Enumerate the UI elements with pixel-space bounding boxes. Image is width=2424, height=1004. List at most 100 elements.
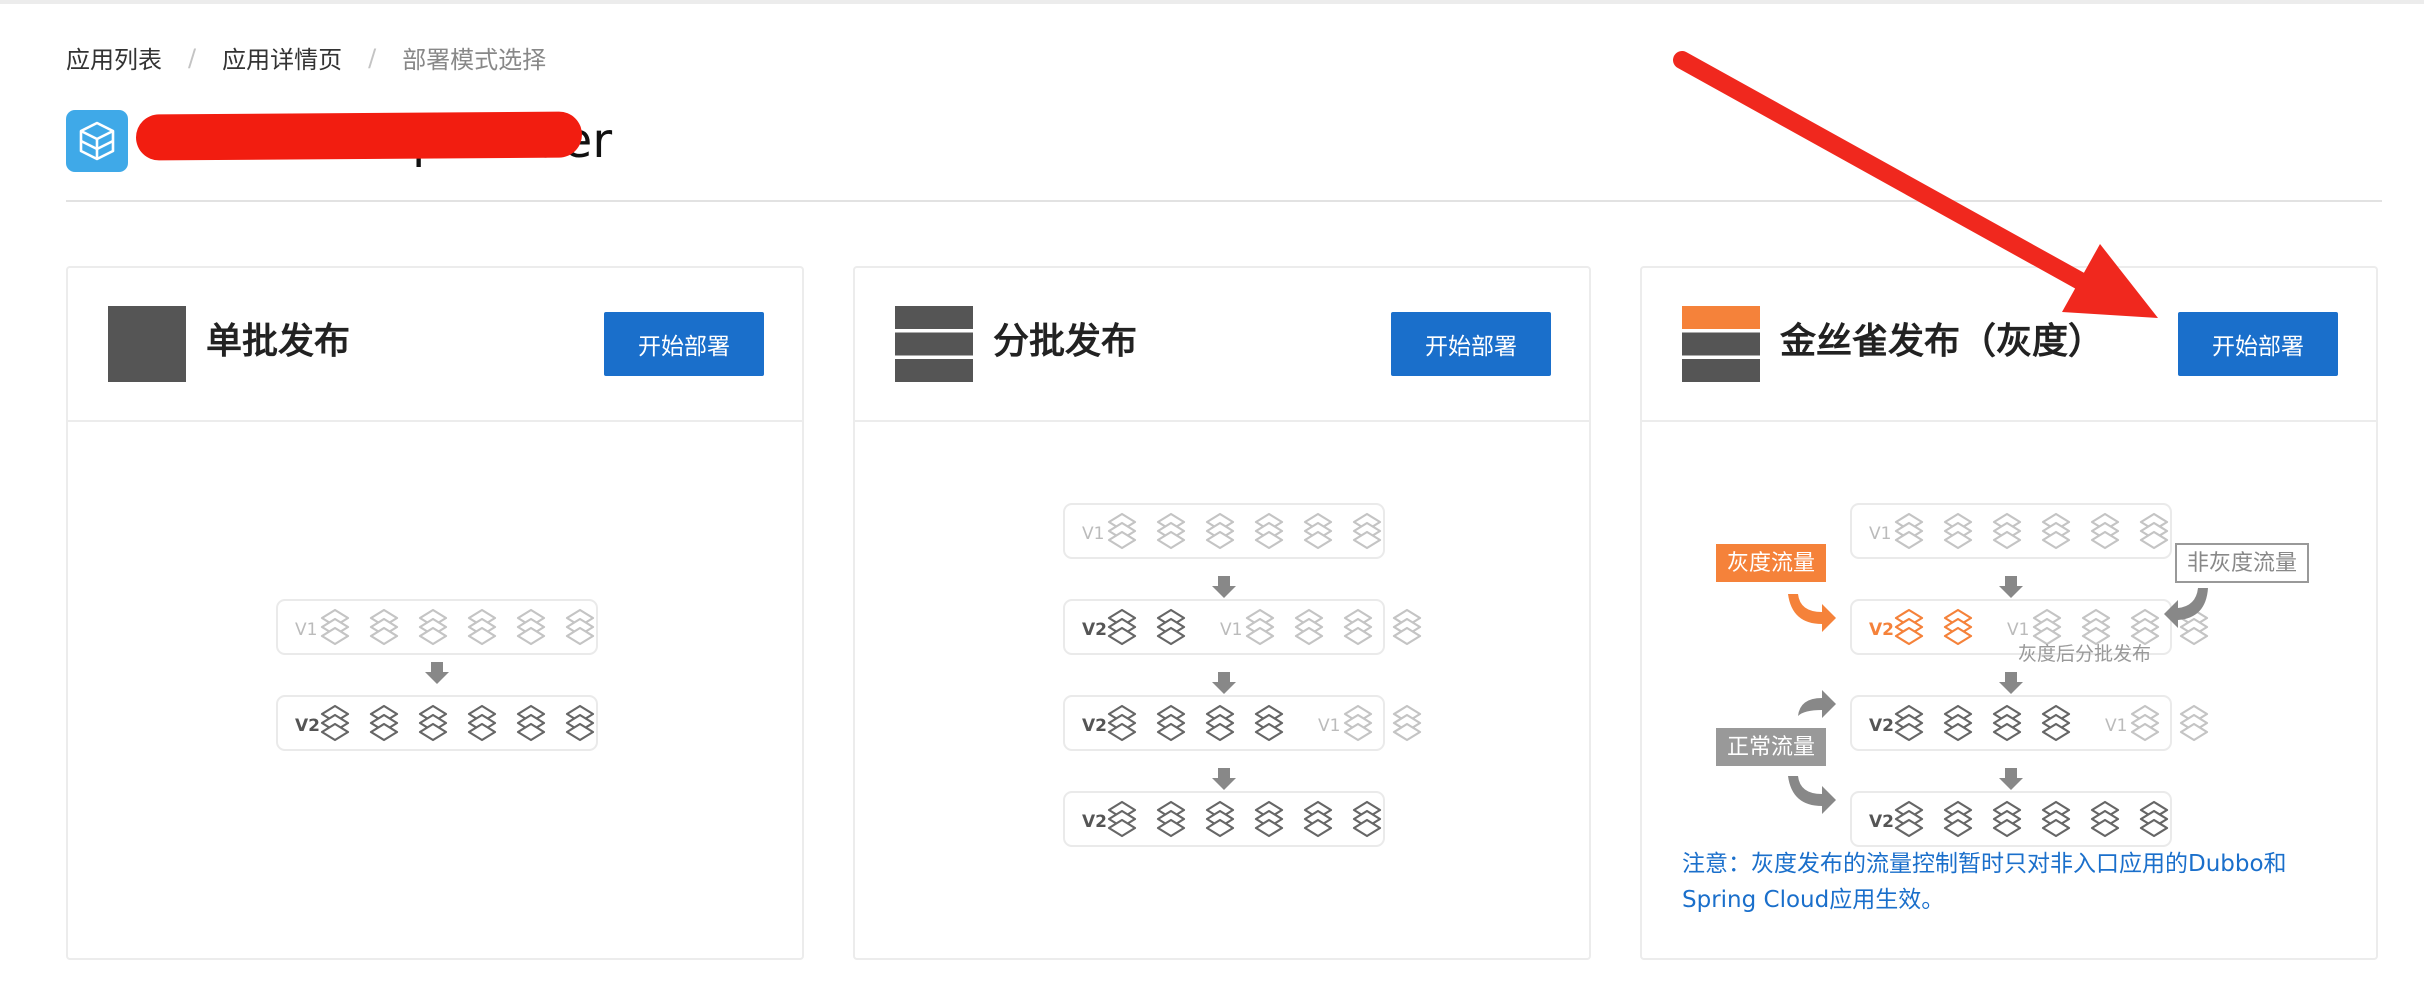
layers-icon: [516, 608, 546, 646]
layers-icon: [2139, 800, 2169, 838]
version-row: V2 V1: [1063, 695, 1422, 751]
version-row: V2 V1: [1063, 599, 1422, 655]
layers-icon: [1894, 800, 1924, 838]
layers-icon: [2041, 704, 2071, 742]
down-arrow-icon: [1212, 768, 1236, 790]
layers-icon: [2130, 704, 2160, 742]
version-label: V2: [295, 716, 320, 736]
down-arrow-icon: [1212, 672, 1236, 694]
layers-icon: [1156, 800, 1186, 838]
layers-icon: [1992, 800, 2022, 838]
layers-icon: [1943, 800, 1973, 838]
layers-icon: [467, 704, 497, 742]
layers-icon: [1392, 704, 1422, 742]
version-label: V2: [1082, 812, 1107, 832]
version-label: V2: [1082, 620, 1107, 640]
layers-icon: [1254, 704, 1284, 742]
version-label: V2: [1869, 812, 1894, 832]
version-row: V2: [1063, 791, 1385, 847]
version-label: V1: [1082, 524, 1104, 544]
layers-icon: [1894, 608, 1924, 646]
version-label: V1: [1220, 620, 1242, 640]
layers-icon: [1107, 608, 1137, 646]
layers-icon: [2081, 608, 2111, 646]
down-arrow-icon: [1999, 576, 2023, 598]
layers-icon: [1303, 512, 1333, 550]
layers-icon: [418, 704, 448, 742]
version-row: V2 V1: [1850, 695, 2209, 751]
layers-icon: [516, 704, 546, 742]
header-divider: [66, 200, 2382, 202]
layers-icon: [1205, 512, 1235, 550]
layers-icon: [1343, 704, 1373, 742]
layers-icon: [565, 608, 595, 646]
app-header: dubbo-k8s-provider: [66, 110, 612, 172]
app-name: dubbo-k8s-provider: [135, 111, 612, 171]
layers-icon: [1294, 608, 1324, 646]
layers-icon: [1352, 800, 1382, 838]
layers-icon: [1156, 608, 1186, 646]
layers-icon: [418, 608, 448, 646]
layers-icon: [2090, 800, 2120, 838]
multi-batch-card: 分批发布 开始部署 V1 V2 V1 V2 V1 V2: [853, 266, 1591, 960]
breadcrumb-app-detail[interactable]: 应用详情页: [222, 40, 342, 75]
layers-icon: [369, 704, 399, 742]
single-batch-diagram: V1 V2: [276, 599, 598, 751]
breadcrumb-app-list[interactable]: 应用列表: [66, 40, 162, 75]
curved-arrow-icon: [1788, 594, 1836, 632]
canary-card: 金丝雀发布（灰度） 开始部署 V1 V2 V1 V2 V1 V2 灰度流量 非灰度流量 正…: [1640, 266, 2378, 960]
layers-icon: [1303, 800, 1333, 838]
cube-icon: [66, 110, 128, 172]
normal-traffic-label: 正常流量: [1727, 735, 1815, 760]
layers-icon: [1894, 704, 1924, 742]
down-arrow-icon: [1212, 576, 1236, 598]
layers-icon: [1343, 608, 1373, 646]
gray-traffic-label: 灰度流量: [1727, 551, 1815, 576]
breadcrumb-separator: /: [188, 43, 197, 72]
layers-icon: [2090, 512, 2120, 550]
down-arrow-icon: [1999, 768, 2023, 790]
layers-icon: [1107, 800, 1137, 838]
layers-icon: [1107, 704, 1137, 742]
canary-note: 注意：灰度发布的流量控制暂时只对非入口应用的Dubbo和 Spring Clou…: [1682, 846, 2342, 918]
layers-icon: [2032, 608, 2062, 646]
version-row: V1: [1850, 503, 2172, 559]
version-label: V2: [1082, 716, 1107, 736]
layers-icon: [565, 704, 595, 742]
layers-icon: [320, 704, 350, 742]
after-gray-label: 灰度后分批发布: [2018, 643, 2151, 665]
version-label: V1: [295, 620, 317, 640]
layers-icon: [1943, 704, 1973, 742]
layers-icon: [1156, 512, 1186, 550]
layers-icon: [1245, 608, 1275, 646]
layers-icon: [2139, 512, 2169, 550]
layers-icon: [1205, 704, 1235, 742]
layers-icon: [1107, 512, 1137, 550]
layers-icon: [467, 608, 497, 646]
layers-icon: [2179, 704, 2209, 742]
single-batch-card: 单批发布 开始部署 V1 V2: [66, 266, 804, 960]
curved-arrow-icon: [1788, 776, 1836, 814]
multi-batch-diagram: V1 V2 V1 V2 V1 V2: [1063, 503, 1422, 847]
curved-arrow-icon: [1798, 690, 1836, 718]
layers-icon: [320, 608, 350, 646]
version-label: V2: [1869, 716, 1894, 736]
version-row: V2: [1850, 791, 2172, 847]
note-line: 注意：灰度发布的流量控制暂时只对非入口应用的Dubbo和: [1682, 851, 2287, 877]
version-label: V1: [2007, 620, 2029, 640]
layers-icon: [2041, 800, 2071, 838]
layers-icon: [1205, 800, 1235, 838]
version-row: V1: [276, 599, 598, 655]
top-border: [0, 0, 2424, 4]
layers-icon: [1392, 608, 1422, 646]
layers-icon: [1992, 512, 2022, 550]
breadcrumb-separator: /: [368, 43, 377, 72]
down-arrow-icon: [425, 662, 449, 684]
layers-icon: [1943, 512, 1973, 550]
down-arrow-icon: [1999, 672, 2023, 694]
layers-icon: [369, 608, 399, 646]
layers-icon: [1156, 704, 1186, 742]
version-label: V2: [1869, 620, 1894, 640]
layers-icon: [1943, 608, 1973, 646]
version-row: V1: [1063, 503, 1385, 559]
